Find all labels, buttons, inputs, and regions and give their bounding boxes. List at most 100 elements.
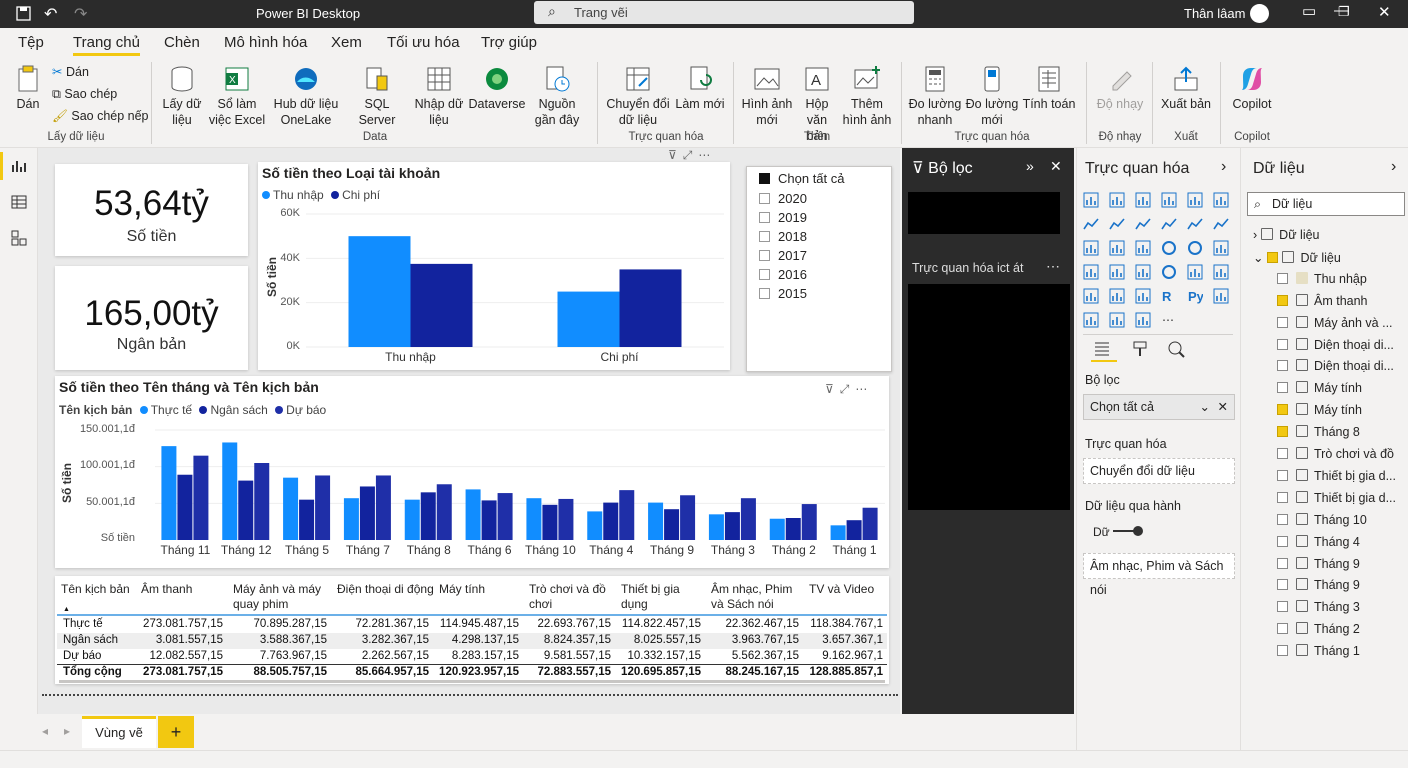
refresh-button[interactable]: Làm mới xyxy=(674,64,726,112)
field-item[interactable]: Âm thanh xyxy=(1277,293,1368,308)
shape-map-icon[interactable] xyxy=(1135,264,1151,280)
save-icon[interactable] xyxy=(16,6,32,22)
format-painter-button[interactable]: 🖌 Sao chép nếp xyxy=(52,108,149,124)
menu-modeling[interactable]: Mô hình hóa xyxy=(224,34,307,51)
axis-well[interactable]: Chuyển đổi dữ liệu xyxy=(1083,458,1235,484)
checkbox[interactable] xyxy=(1277,382,1288,394)
clustered-column-icon[interactable] xyxy=(1161,192,1177,208)
kpi-icon[interactable] xyxy=(1213,264,1229,280)
search-input[interactable]: ⌕ Trang vẽi xyxy=(534,1,914,24)
checkbox[interactable] xyxy=(759,269,770,280)
visual-header-icons[interactable]: ⊽⤢⋯ xyxy=(668,148,716,163)
card-icon[interactable] xyxy=(1187,264,1203,280)
chevron-right-icon[interactable]: › xyxy=(1253,228,1257,242)
analytics-icon[interactable] xyxy=(1167,340,1185,358)
user-name[interactable]: Thân lâam xyxy=(1184,6,1245,21)
bar[interactable] xyxy=(862,507,878,540)
bar[interactable] xyxy=(193,455,209,540)
checkbox[interactable] xyxy=(1277,272,1288,284)
field-item[interactable]: Máy ảnh và ... xyxy=(1277,315,1393,330)
filter-card[interactable] xyxy=(908,192,1060,234)
bar[interactable] xyxy=(619,269,682,347)
slicer-item[interactable]: 2019 xyxy=(759,210,807,225)
bar[interactable] xyxy=(846,520,862,540)
slicer-icon[interactable] xyxy=(1083,288,1099,304)
bar[interactable] xyxy=(465,489,481,540)
checkbox[interactable] xyxy=(1277,404,1288,416)
bar[interactable] xyxy=(648,502,664,540)
bar[interactable] xyxy=(315,475,331,540)
line-chart-icon[interactable] xyxy=(1083,216,1099,232)
python-visual-icon[interactable]: Py xyxy=(1187,288,1203,304)
bar[interactable] xyxy=(410,263,473,347)
stacked-area-icon[interactable] xyxy=(1135,216,1151,232)
checkbox[interactable] xyxy=(1277,338,1288,350)
table-node[interactable]: › Dữ liệu xyxy=(1253,228,1320,242)
bar[interactable] xyxy=(664,509,680,540)
checkbox[interactable] xyxy=(1277,448,1288,459)
bar[interactable] xyxy=(238,480,254,540)
menu-view[interactable]: Xem xyxy=(331,34,362,51)
dataverse-button[interactable]: Dataverse xyxy=(468,64,526,112)
report-view-icon[interactable] xyxy=(11,158,27,174)
matrix-icon[interactable] xyxy=(1135,288,1151,304)
fields-well-icon[interactable] xyxy=(1093,340,1111,358)
data-search-input[interactable]: ⌕ Dữ liệu xyxy=(1247,192,1405,216)
bar[interactable] xyxy=(724,512,740,540)
bar[interactable] xyxy=(557,291,620,347)
new-visual-button[interactable]: Hình ảnh mới xyxy=(740,64,794,128)
field-item[interactable]: Thiết bị gia d... xyxy=(1277,490,1396,505)
bar-chart-account-type[interactable]: Số tiền theo Loại tài khoản Thu nhập Chi… xyxy=(258,162,730,370)
ribbon-display-icon[interactable]: ▭ xyxy=(1302,2,1316,20)
filter-card[interactable] xyxy=(908,284,1070,510)
checkbox[interactable] xyxy=(1277,601,1288,613)
excel-button[interactable]: X Sổ làm việc Excel xyxy=(205,64,269,128)
checkbox[interactable] xyxy=(759,173,770,184)
map-icon[interactable] xyxy=(1083,264,1099,280)
bar[interactable] xyxy=(619,490,635,540)
horizontal-scrollbar[interactable] xyxy=(59,680,885,683)
kpi-card-budget[interactable]: 165,00tỷ Ngân bản xyxy=(55,266,248,370)
checkbox[interactable] xyxy=(1277,491,1288,503)
bar[interactable] xyxy=(542,504,558,540)
bar[interactable] xyxy=(222,442,238,540)
enter-data-button[interactable]: Nhập dữ liệu xyxy=(413,64,465,128)
bar[interactable] xyxy=(708,514,724,540)
field-item[interactable]: Tháng 4 xyxy=(1277,534,1360,549)
checkbox[interactable] xyxy=(1267,251,1279,263)
field-item[interactable]: Tháng 2 xyxy=(1277,622,1360,636)
clustered-bar-icon[interactable] xyxy=(1135,192,1151,208)
field-item[interactable]: Máy tính xyxy=(1277,403,1362,417)
checkbox[interactable] xyxy=(1277,579,1288,591)
field-item[interactable]: Tháng 8 xyxy=(1277,425,1360,439)
waterfall-icon[interactable] xyxy=(1083,240,1099,256)
undo-icon[interactable]: ↶ xyxy=(44,4,57,24)
field-item[interactable]: Diện thoại di... xyxy=(1277,359,1394,373)
bar[interactable] xyxy=(177,474,193,540)
stacked-column-icon[interactable] xyxy=(1109,192,1125,208)
cut-button[interactable]: ✂ Dán xyxy=(52,64,89,80)
publish-button[interactable]: Xuất bản xyxy=(1158,64,1214,112)
field-item[interactable]: Tháng 10 xyxy=(1277,512,1367,527)
bar[interactable] xyxy=(603,502,619,540)
checkbox[interactable] xyxy=(1277,316,1288,328)
bar[interactable] xyxy=(343,498,359,540)
add-page-button[interactable]: + xyxy=(158,716,194,748)
slicer-item[interactable]: 2017 xyxy=(759,248,807,263)
bar[interactable] xyxy=(404,499,420,540)
table-icon[interactable] xyxy=(1109,288,1125,304)
new-measure-button[interactable]: Đo lường mới xyxy=(965,64,1019,128)
drill-toggle[interactable]: Dữ xyxy=(1093,525,1144,539)
close-pane-icon[interactable]: ✕ xyxy=(1050,158,1062,175)
checkbox[interactable] xyxy=(759,231,770,242)
key-influencers-icon[interactable] xyxy=(1213,288,1229,304)
pie-chart-icon[interactable] xyxy=(1161,240,1177,256)
get-data-button[interactable]: Lấy dữ liệu xyxy=(160,64,204,128)
ribbon-chart-icon[interactable] xyxy=(1213,216,1229,232)
field-item[interactable]: Diện thoại di... xyxy=(1277,337,1394,352)
field-item[interactable]: Tháng 1 xyxy=(1277,644,1360,658)
checkbox[interactable] xyxy=(1277,360,1288,372)
bar[interactable] xyxy=(420,492,436,540)
bar[interactable] xyxy=(587,511,603,540)
checkbox[interactable] xyxy=(759,193,770,204)
